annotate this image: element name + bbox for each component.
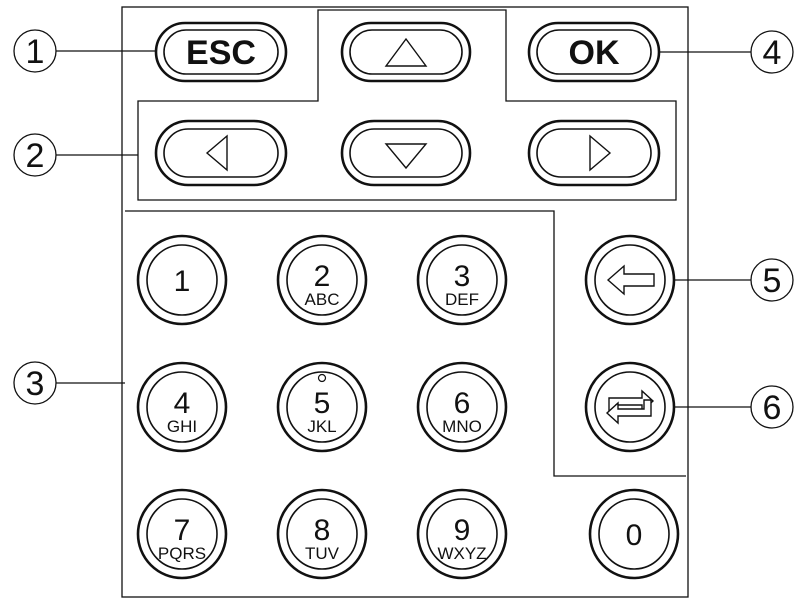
key-letters: TUV (305, 544, 340, 563)
svg-text:OK: OK (569, 34, 620, 72)
number-key-0[interactable]: 0 (588, 488, 680, 580)
key-digit: 6 (454, 387, 471, 420)
down-button[interactable] (340, 119, 472, 187)
key-letters: PQRS (158, 544, 206, 563)
key-letters: MNO (442, 417, 482, 436)
svg-text:4: 4 (763, 34, 782, 72)
svg-text:2: 2 (26, 137, 45, 175)
svg-text:ESC: ESC (186, 34, 256, 72)
callout-2: 2 (13, 133, 57, 177)
key-letters: DEF (445, 290, 479, 309)
number-key-1[interactable]: 1 (136, 234, 228, 326)
number-key-2[interactable]: 2ABC (276, 234, 368, 326)
key-digit: 0 (626, 519, 643, 552)
key-digit: 4 (174, 387, 191, 420)
callout-4: 4 (750, 30, 794, 74)
svg-text:3: 3 (26, 365, 45, 403)
callout-5: 5 (750, 258, 794, 302)
number-key-7[interactable]: 7PQRS (136, 488, 228, 580)
left-button[interactable] (154, 119, 288, 187)
tactile-dot (317, 373, 327, 383)
callout-6: 6 (750, 385, 794, 429)
callout-1: 1 (13, 29, 57, 73)
number-key-8[interactable]: 8TUV (276, 488, 368, 580)
key-digit: 5 (314, 387, 331, 420)
esc-button[interactable]: ESC (154, 21, 288, 83)
key-digit: 1 (174, 265, 191, 298)
number-key-4[interactable]: 4GHI (136, 361, 228, 453)
switch-button[interactable] (584, 361, 676, 453)
right-button[interactable] (527, 119, 661, 187)
keypad-diagram: 1 2 3 4 5 6 ESC OK 1 2ABC3DEF4GHI5JKL6MN… (13, 6, 794, 598)
svg-text:5: 5 (763, 262, 782, 300)
backspace-button[interactable] (584, 234, 676, 326)
key-digit: 2 (314, 260, 331, 293)
number-key-9[interactable]: 9WXYZ (416, 488, 508, 580)
key-digit: 8 (314, 514, 331, 547)
key-letters: ABC (305, 290, 340, 309)
svg-text:1: 1 (26, 33, 45, 71)
key-digit: 7 (174, 514, 191, 547)
key-letters: JKL (307, 417, 336, 436)
number-key-3[interactable]: 3DEF (416, 234, 508, 326)
number-key-6[interactable]: 6MNO (416, 361, 508, 453)
key-digit: 3 (454, 260, 471, 293)
key-letters: GHI (167, 417, 197, 436)
number-key-5[interactable]: 5JKL (276, 361, 368, 453)
svg-text:6: 6 (763, 389, 782, 427)
key-digit: 9 (454, 514, 471, 547)
ok-button[interactable]: OK (527, 21, 661, 83)
up-button[interactable] (340, 21, 472, 83)
key-letters: WXYZ (437, 544, 486, 563)
callout-3: 3 (13, 361, 57, 405)
